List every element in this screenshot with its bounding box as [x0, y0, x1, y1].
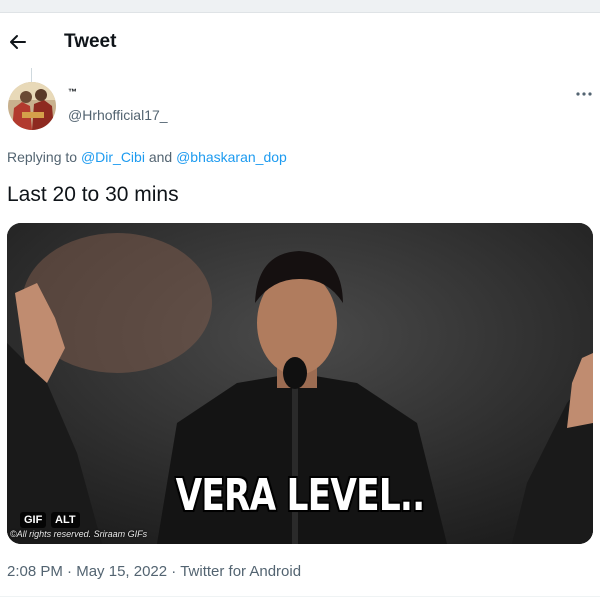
gif-watermark: ©All rights reserved. Sriraam GIFs — [10, 529, 148, 539]
mention-link-bhaskaran-dop[interactable]: @bhaskaran_dop — [176, 149, 287, 165]
author-display-name[interactable]: ™ — [68, 87, 77, 97]
tweet-media-gif[interactable]: VERA LEVEL.. GIF ALT ©All rights reserve… — [7, 223, 593, 544]
tweet-text: Last 20 to 30 mins — [7, 183, 179, 206]
author-handle[interactable]: @Hrhofficial17_ — [68, 107, 168, 123]
back-arrow-icon[interactable] — [8, 32, 28, 52]
timestamp-separator-2: · — [167, 563, 181, 580]
alt-badge[interactable]: ALT — [51, 512, 80, 528]
mention-link-dir-cibi[interactable]: @Dir_Cibi — [81, 149, 145, 165]
tweet-timestamp: 2:08 PM · May 15, 2022 · Twitter for And… — [7, 563, 301, 580]
replying-to-line: Replying to @Dir_Cibi and @bhaskaran_dop — [7, 149, 287, 165]
gif-badge: GIF — [20, 512, 47, 528]
page-header: Tweet — [0, 14, 600, 70]
page-title: Tweet — [64, 31, 117, 52]
more-horizontal-icon[interactable] — [574, 88, 594, 100]
browser-top-strip — [0, 0, 600, 13]
timestamp-separator-1: · — [62, 563, 77, 580]
replying-prefix: Replying to — [7, 149, 81, 165]
divider — [0, 596, 600, 597]
avatar[interactable] — [8, 82, 56, 130]
tweet-time[interactable]: 2:08 PM — [7, 563, 63, 580]
replying-conjunction: and — [144, 149, 177, 165]
tweet-date[interactable]: May 15, 2022 — [76, 563, 167, 580]
gif-caption-text: VERA LEVEL.. — [175, 470, 426, 521]
thread-line — [31, 68, 32, 82]
tweet-client[interactable]: Twitter for Android — [180, 563, 301, 580]
